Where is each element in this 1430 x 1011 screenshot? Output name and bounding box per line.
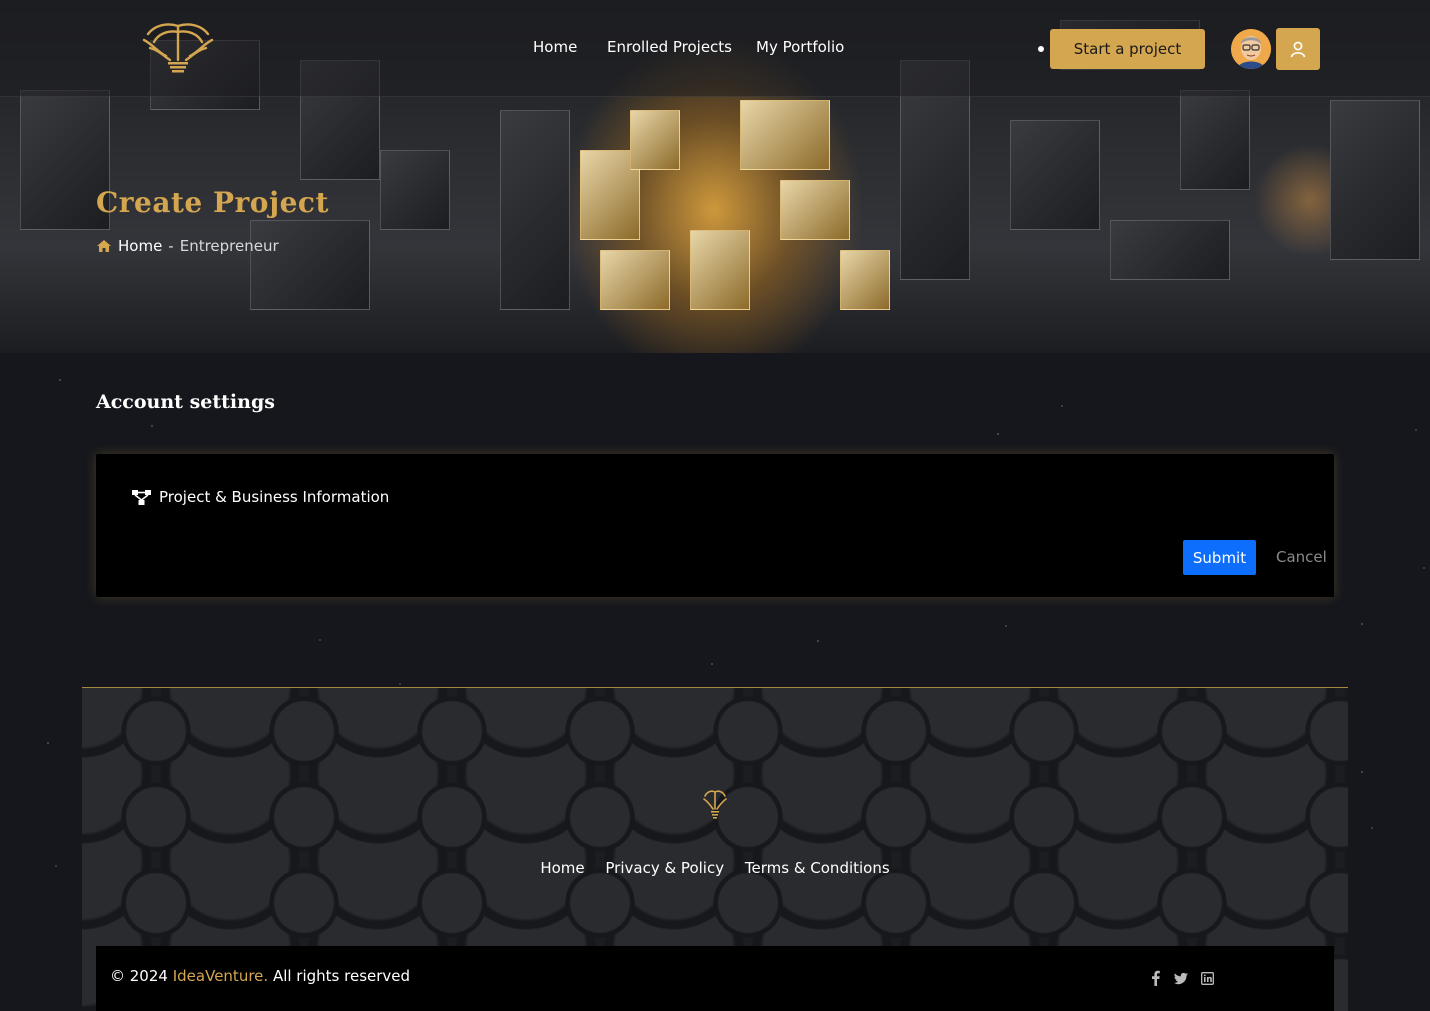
sitemap-icon: [132, 489, 151, 505]
top-navbar: Home Enrolled Projects My Portfolio Star…: [0, 0, 1430, 97]
facebook-icon[interactable]: [1148, 970, 1162, 986]
copyright-bar: © 2024 IdeaVenture. All rights reserved: [96, 946, 1334, 1011]
account-button[interactable]: [1276, 28, 1320, 70]
breadcrumb-home-link[interactable]: Home: [118, 237, 162, 255]
copyright-suffix: All rights reserved: [272, 967, 411, 985]
breadcrumb-separator: -: [168, 237, 174, 255]
footer-link-terms-conditions[interactable]: Terms & Conditions: [745, 859, 890, 877]
brand-link[interactable]: IdeaVenture.: [173, 967, 268, 985]
section-title: Account settings: [96, 391, 275, 413]
copyright-prefix: © 2024: [110, 967, 168, 985]
nav-dot: [1038, 46, 1044, 52]
home-icon: [97, 240, 111, 252]
settings-card: Project & Business Information Submit Ca…: [96, 454, 1334, 597]
social-links: [1148, 970, 1214, 986]
start-project-button[interactable]: Start a project: [1050, 29, 1205, 69]
breadcrumb: Home - Entrepreneur: [96, 237, 279, 255]
twitter-icon[interactable]: [1174, 970, 1188, 986]
footer: Home Privacy & Policy Terms & Conditions…: [82, 687, 1348, 1011]
nav-enrolled-projects[interactable]: Enrolled Projects: [607, 38, 732, 56]
hero-banner: Home Enrolled Projects My Portfolio Star…: [0, 0, 1430, 353]
user-icon: [1290, 41, 1306, 58]
copyright-text: © 2024 IdeaVenture. All rights reserved: [110, 967, 410, 985]
user-avatar[interactable]: [1231, 29, 1271, 69]
tab-project-business-information[interactable]: Project & Business Information: [132, 488, 389, 506]
submit-button[interactable]: Submit: [1183, 540, 1256, 575]
cancel-button[interactable]: Cancel: [1276, 548, 1327, 566]
breadcrumb-current: Entrepreneur: [179, 237, 279, 255]
nav-home[interactable]: Home: [533, 38, 577, 56]
footer-link-home[interactable]: Home: [540, 859, 584, 877]
tab-label: Project & Business Information: [159, 488, 390, 506]
footer-logo[interactable]: [701, 788, 729, 820]
footer-link-privacy-policy[interactable]: Privacy & Policy: [605, 859, 724, 877]
footer-links: Home Privacy & Policy Terms & Conditions: [82, 859, 1348, 877]
page-title: Create Project: [96, 186, 329, 219]
nav-my-portfolio[interactable]: My Portfolio: [756, 38, 844, 56]
linkedin-icon[interactable]: [1200, 970, 1214, 986]
avatar-face-icon: [1231, 29, 1271, 69]
brain-tree-logo[interactable]: [136, 18, 220, 76]
